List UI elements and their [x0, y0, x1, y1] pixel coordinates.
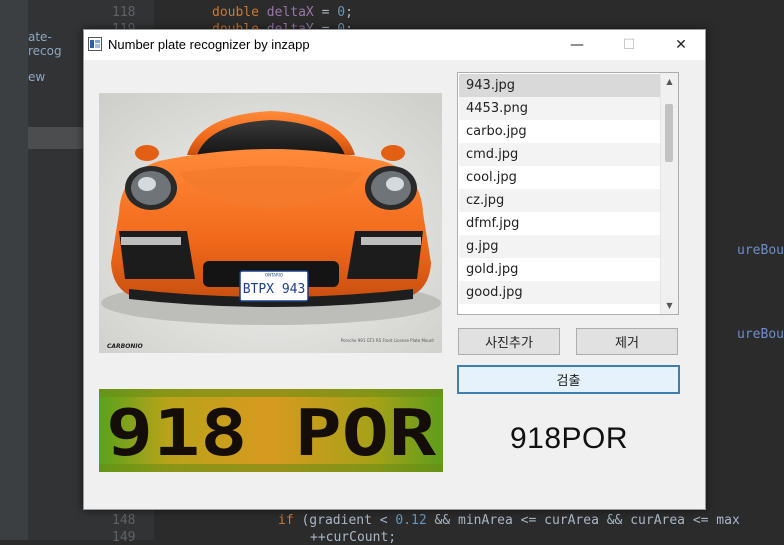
- plate-province-text: ONTARIO: [265, 273, 283, 278]
- scroll-thumb[interactable]: [665, 104, 673, 162]
- recognition-result: 918POR: [509, 422, 629, 455]
- code-line[interactable]: double deltaX = 0;: [212, 5, 353, 20]
- photo-caption: Porsche 991 GT3 RS Front License Plate M…: [341, 338, 435, 343]
- code-operator: =: [313, 5, 338, 20]
- file-list-item[interactable]: g.jpg: [459, 235, 661, 258]
- code-identifier: deltaX: [266, 5, 314, 20]
- add-photo-button[interactable]: 사진추가: [458, 328, 560, 355]
- maximize-button[interactable]: ☐: [606, 30, 652, 60]
- file-list-item[interactable]: good.jpg: [459, 281, 661, 304]
- file-listbox[interactable]: 943.jpg 4453.png carbo.jpg cmd.jpg cool.jpg c…: [457, 72, 679, 315]
- code-line[interactable]: if (gradient < 0.12 && minArea <= curAre…: [278, 513, 740, 528]
- plate-crop-image: 918 POR: [99, 389, 443, 472]
- code-text: && minArea <= curArea && curArea <= max: [426, 513, 740, 528]
- file-list-item[interactable]: cz.jpg: [459, 189, 661, 212]
- code-keyword: double: [212, 5, 259, 20]
- code-end: ;: [345, 5, 353, 20]
- file-list-item[interactable]: dfmf.jpg: [459, 212, 661, 235]
- file-list-item[interactable]: carbo.jpg: [459, 120, 661, 143]
- file-list-item[interactable]: cmd.jpg: [459, 143, 661, 166]
- car-photo: ONTARIO BTPX 943 CARBONIO Porsche 991 GT…: [99, 93, 442, 353]
- plate-crop-graphic: 918 POR: [99, 389, 443, 472]
- code-fragment: ureBou: [737, 327, 784, 342]
- list-scrollbar[interactable]: ▲ ▼: [660, 73, 678, 314]
- scroll-down-arrow-icon[interactable]: ▼: [661, 297, 678, 314]
- app-window: Number plate recognizer by inzapp — ☐ ✕: [83, 29, 706, 510]
- brand-logo-text: CARBONIO: [107, 343, 143, 350]
- project-tree-item[interactable]: ew: [28, 70, 45, 84]
- code-line[interactable]: ++curCount;: [310, 530, 396, 545]
- title-bar[interactable]: Number plate recognizer by inzapp — ☐ ✕: [84, 30, 705, 60]
- minimize-button[interactable]: —: [554, 30, 600, 60]
- car-image: ONTARIO BTPX 943 CARBONIO Porsche 991 GT…: [99, 93, 442, 353]
- code-number: 0: [337, 5, 346, 20]
- app-icon: [88, 37, 102, 51]
- file-list-item[interactable]: 4453.png: [459, 97, 661, 120]
- file-list-item[interactable]: cool.jpg: [459, 166, 661, 189]
- license-plate-text: BTPX 943: [243, 282, 306, 297]
- code-text: (gradient <: [293, 513, 396, 528]
- code-fragment: ureBou: [737, 243, 784, 258]
- scroll-up-arrow-icon[interactable]: ▲: [661, 73, 678, 90]
- ide-tool-strip: [0, 0, 28, 540]
- remove-button[interactable]: 제거: [576, 328, 678, 355]
- file-list-item[interactable]: 943.jpg: [459, 74, 661, 97]
- line-number: 149: [112, 530, 136, 545]
- project-tree-item[interactable]: ate-recog: [28, 30, 84, 58]
- line-number: 148: [112, 513, 136, 528]
- window-title: Number plate recognizer by inzapp: [108, 37, 310, 52]
- code-keyword: if: [278, 513, 294, 528]
- plate-crop-text: 918 POR: [106, 397, 437, 471]
- code-number: 0.12: [395, 513, 427, 528]
- project-tree-selection: [28, 127, 84, 149]
- detect-button[interactable]: 검출: [457, 365, 680, 394]
- file-list-item[interactable]: gold.jpg: [459, 258, 661, 281]
- line-number: 118: [112, 5, 136, 20]
- close-button[interactable]: ✕: [658, 30, 704, 60]
